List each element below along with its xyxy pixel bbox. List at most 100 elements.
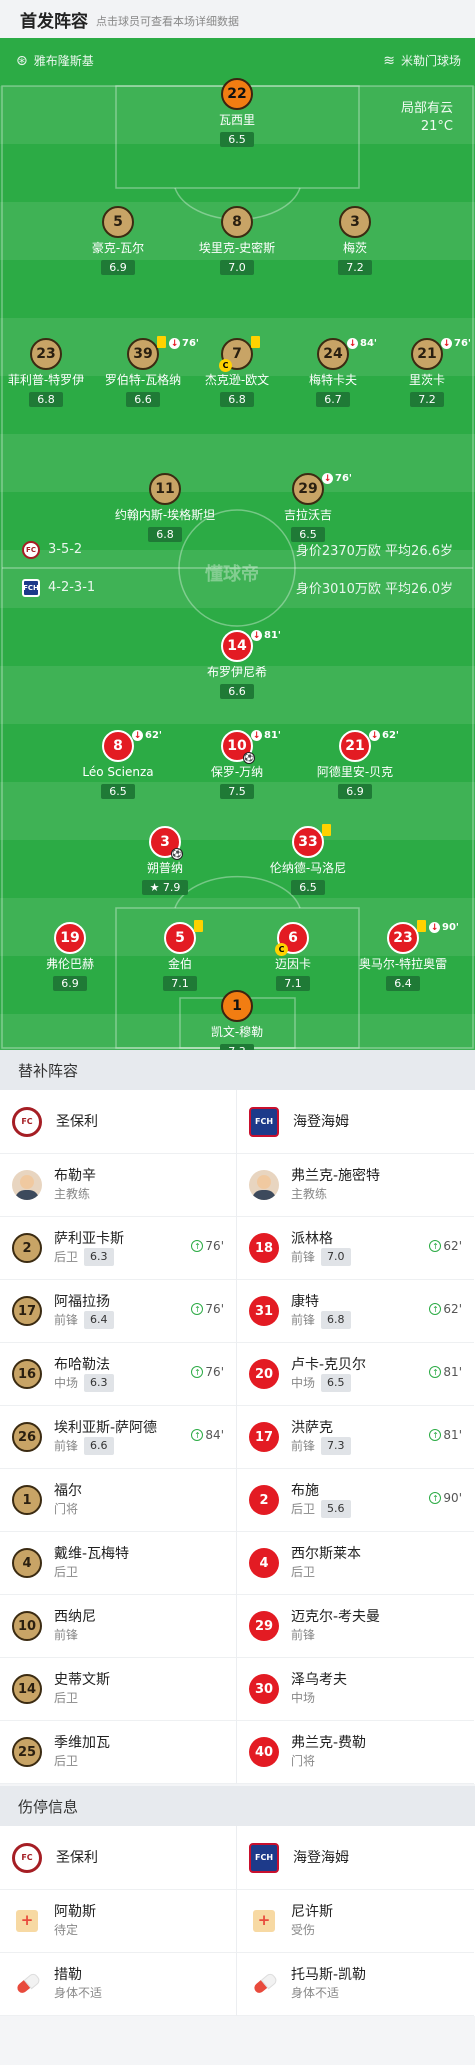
injury-row[interactable]: 尼许斯受伤 [237, 1890, 474, 1953]
away-coach-name: 弗兰克-施密特 [291, 1168, 381, 1184]
home-player[interactable]: 5 豪克-瓦尔 6.9 [58, 206, 178, 275]
injury-away-column: FCH 海登海姆 尼许斯受伤托马斯-凯勒身体不适 [237, 1826, 474, 2016]
player-name: 迈因卡 [274, 957, 311, 971]
home-player[interactable]: 21 ↓ 76' 里茨卡 7.2 [367, 338, 475, 407]
player-rating: 7.5 [220, 784, 254, 799]
sub-player-row[interactable]: 29 迈克尔-考夫曼 前锋 [237, 1595, 474, 1658]
player-rating: 6.8 [29, 392, 63, 407]
player-rating: 6.8 [220, 392, 254, 407]
injury-section-header: 伤停信息 [0, 1786, 475, 1826]
yellow-card-icon [417, 920, 426, 932]
sub-player-row[interactable]: 20 卢卡-克贝尔 中场 6.5 ↑ 81' [237, 1343, 474, 1406]
sub-player-row[interactable]: 25 季维加瓦 后卫 [0, 1721, 236, 1784]
home-player[interactable]: 3 梅茨 7.2 [295, 206, 415, 275]
sub-out-indicator: ↓ 76' [441, 338, 471, 349]
injury-row[interactable]: 措勒 身体不适 [0, 1953, 236, 2016]
away-player[interactable]: 19 弗伦巴赫 6.9 [10, 922, 130, 991]
captain-icon: C [275, 943, 288, 956]
subs-home-team-row[interactable]: FC 圣保利 [0, 1090, 236, 1154]
player-position: 后卫 [54, 1565, 79, 1579]
player-name: 梅茨 [342, 241, 367, 255]
away-player[interactable]: 5 金伯 7.1 [120, 920, 240, 991]
sub-player-row[interactable]: 2 萨利亚卡斯 后卫 6.3 ↑ 76' [0, 1217, 236, 1280]
sub-in-time: 62' [443, 1302, 462, 1316]
home-player[interactable]: 11 约翰内斯-埃格斯坦 6.8 [105, 473, 225, 542]
player-position: 后卫 [54, 1691, 79, 1705]
player-name: 萨利亚卡斯 [54, 1231, 124, 1247]
sub-in-indicator: ↑ 76' [191, 1365, 224, 1379]
player-meta: 门将 [291, 1752, 366, 1770]
away-player[interactable]: 23 ↓ 90' 奥马尔-特拉奥雷 6.4 [343, 920, 463, 991]
sub-player-row[interactable]: 14 史蒂文斯 后卫 [0, 1658, 236, 1721]
home-player[interactable]: 8 埃里克-史密斯 7.0 [177, 206, 297, 275]
player-number-badge: 4 [12, 1548, 42, 1578]
player-name: 派林格 [291, 1231, 333, 1247]
home-player[interactable]: 22 瓦西里 6.5 [177, 78, 297, 147]
yellow-card-icon [157, 336, 166, 348]
coach-avatar [12, 1170, 42, 1200]
injury-row[interactable]: 托马斯-凯勒 身体不适 [237, 1953, 474, 2016]
injury-status: 身体不适 [54, 1986, 103, 2000]
sub-out-icon: ↓ [322, 473, 333, 484]
sub-out-indicator: ↓ 62' [132, 730, 162, 741]
sub-out-icon: ↓ [132, 730, 143, 741]
player-number: 3 [350, 214, 360, 230]
player-meta: 后卫 [54, 1752, 110, 1770]
player-position: 后卫 [54, 1754, 79, 1768]
away-player[interactable]: 8 ↓ 62' Léo Scienza 6.5 [58, 730, 178, 799]
sub-out-indicator: ↓ 81' [251, 730, 281, 741]
sub-player-row[interactable]: 17 洪萨克 前锋 7.3 ↑ 81' [237, 1406, 474, 1469]
sub-in-icon: ↑ [429, 1303, 442, 1315]
sub-player-row[interactable]: 4 戴维-瓦梅特 后卫 [0, 1532, 236, 1595]
player-name: 金伯 [167, 957, 192, 971]
sub-player-row[interactable]: 2 布施 后卫 5.6 ↑ 90' [237, 1469, 474, 1532]
subs-away-team-row[interactable]: FCH 海登海姆 [237, 1090, 474, 1154]
away-player[interactable]: 21 ↓ 62' 阿德里安-贝克 6.9 [295, 730, 415, 799]
player-meta: 后卫 5.6 [291, 1500, 351, 1518]
player-rating: 6.3 [84, 1374, 114, 1392]
injury-row[interactable]: 阿勒斯待定 [0, 1890, 236, 1953]
sub-player-row[interactable]: 18 派林格 前锋 7.0 ↑ 62' [237, 1217, 474, 1280]
player-number-badge: 25 [12, 1737, 42, 1767]
lineup-header: 首发阵容 点击球员可查看本场详细数据 [0, 0, 475, 38]
sub-out-icon: ↓ [347, 338, 358, 349]
player-meta: 中场 6.5 [291, 1374, 366, 1392]
player-position: 前锋 [291, 1628, 316, 1642]
away-player[interactable]: 33 伦纳德-马洛尼 6.5 [248, 824, 368, 895]
away-player[interactable]: 10 ↓ 81' ⚽ 保罗-万纳 7.5 [177, 730, 297, 799]
sub-in-icon: ↑ [191, 1240, 204, 1252]
sub-player-row[interactable]: 40 弗兰克-费勒 门将 [237, 1721, 474, 1784]
injury-home-team-row[interactable]: FC 圣保利 [0, 1826, 236, 1890]
sub-player-row[interactable]: 31 康特 前锋 6.8 ↑ 62' [237, 1280, 474, 1343]
away-player[interactable]: 14 ↓ 81' 布罗伊尼希 6.6 [177, 630, 297, 699]
sub-player-row[interactable]: 26 埃利亚斯-萨阿德 前锋 6.6 ↑ 84' [0, 1406, 236, 1469]
sub-out-indicator: ↓ 90' [429, 922, 459, 933]
player-name: 史蒂文斯 [54, 1672, 110, 1688]
away-player[interactable]: 6 C 迈因卡 7.1 [233, 922, 353, 991]
player-name: 布施 [291, 1483, 319, 1499]
pill-icon [249, 1969, 280, 2000]
sub-player-row[interactable]: 4 西尔斯莱本 后卫 [237, 1532, 474, 1595]
player-meta: 门将 [54, 1500, 82, 1518]
player-name: 尼许斯 [291, 1904, 333, 1920]
away-player[interactable]: 1凯文-穆勒7.3 [177, 990, 297, 1050]
player-rating: 6.5 [220, 132, 254, 147]
sub-player-row[interactable]: 30 泽乌考夫 中场 [237, 1658, 474, 1721]
player-number: 29 [298, 481, 318, 497]
injury-away-team-row[interactable]: FCH 海登海姆 [237, 1826, 474, 1890]
sub-player-row[interactable]: 1 福尔 门将 [0, 1469, 236, 1532]
player-rating: ★ 7.9 [141, 880, 189, 895]
sub-out-indicator: ↓ 62' [369, 730, 399, 741]
sub-in-time: 81' [443, 1365, 462, 1379]
sub-player-row[interactable]: 10 西纳尼 前锋 [0, 1595, 236, 1658]
home-player[interactable]: 29 ↓ 76' 吉拉沃吉 6.5 [248, 473, 368, 542]
home-coach-row[interactable]: 布勒辛 主教练 [0, 1154, 236, 1217]
away-player[interactable]: 3 ⚽ 朔普纳 ★ 7.9 [105, 826, 225, 895]
venue-right: ≋ 米勒门球场 [383, 52, 461, 69]
sub-player-row[interactable]: 17 阿福拉扬 前锋 6.4 ↑ 76' [0, 1280, 236, 1343]
player-name: 埃利亚斯-萨阿德 [54, 1420, 158, 1436]
player-position: 后卫 [291, 1502, 316, 1516]
sub-in-indicator: ↑ 62' [429, 1239, 462, 1253]
away-coach-row[interactable]: 弗兰克-施密特 主教练 [237, 1154, 474, 1217]
sub-player-row[interactable]: 16 布哈勒法 中场 6.3 ↑ 76' [0, 1343, 236, 1406]
